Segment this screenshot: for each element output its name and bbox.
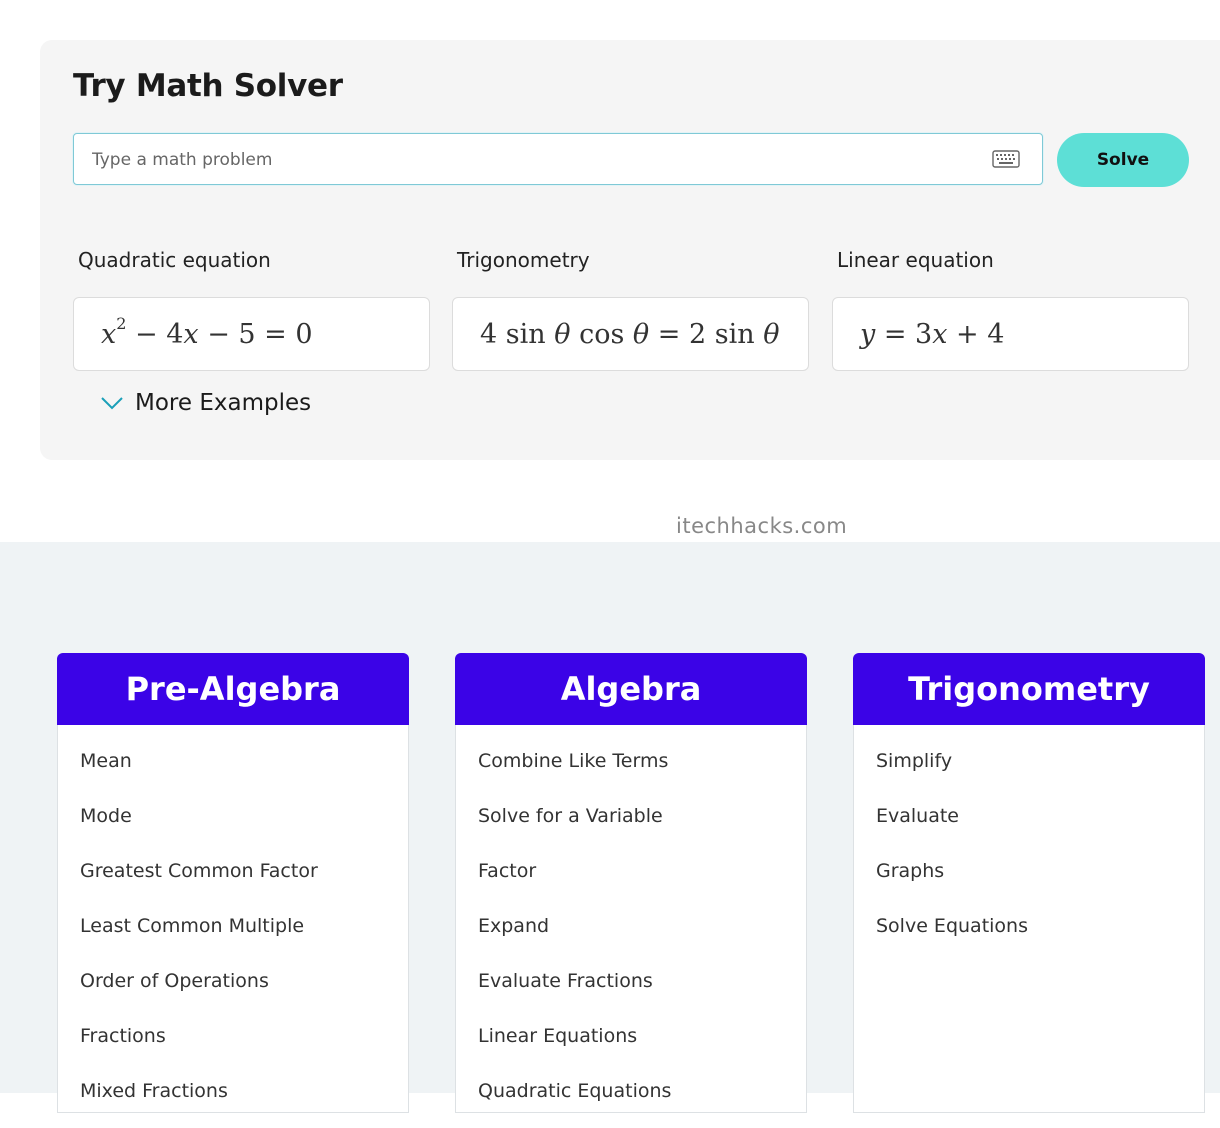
topic-link[interactable]: Least Common Multiple xyxy=(80,890,408,945)
topic-header: Algebra xyxy=(455,653,807,725)
topic-link[interactable]: Linear Equations xyxy=(478,1000,806,1055)
more-examples-toggle[interactable]: More Examples xyxy=(100,390,311,416)
math-solver-panel: Try Math Solver Solve Quadratic equation… xyxy=(40,40,1220,460)
topic-link[interactable]: Combine Like Terms xyxy=(478,725,806,780)
example-quadratic: Quadratic equation x2 − 4x − 5 = 0 xyxy=(73,248,430,371)
topic-link[interactable]: Fractions xyxy=(80,1000,408,1055)
topic-link[interactable]: Evaluate Fractions xyxy=(478,945,806,1000)
topic-link[interactable]: Mean xyxy=(80,725,408,780)
topic-link[interactable]: Solve Equations xyxy=(876,890,1204,945)
topic-list: Combine Like Terms Solve for a Variable … xyxy=(456,725,806,1110)
example-quadratic-card[interactable]: x2 − 4x − 5 = 0 xyxy=(73,297,430,371)
topic-link[interactable]: Simplify xyxy=(876,725,1204,780)
math-problem-input-box[interactable] xyxy=(73,133,1043,186)
more-examples-label: More Examples xyxy=(135,390,312,416)
topic-link[interactable]: Quadratic Equations xyxy=(478,1055,806,1110)
topic-header: Trigonometry xyxy=(853,653,1205,725)
watermark: itechhacks.com xyxy=(676,514,848,538)
example-label: Trigonometry xyxy=(457,248,590,272)
solve-button[interactable]: Solve xyxy=(1057,133,1189,187)
topic-list: Mean Mode Greatest Common Factor Least C… xyxy=(58,725,408,1110)
topic-link[interactable]: Graphs xyxy=(876,835,1204,890)
keyboard-icon[interactable] xyxy=(992,150,1020,168)
example-label: Quadratic equation xyxy=(78,248,271,272)
example-linear-card[interactable]: y = 3x + 4 xyxy=(832,297,1189,371)
topic-link[interactable]: Mode xyxy=(80,780,408,835)
topic-card-algebra: Algebra Combine Like Terms Solve for a V… xyxy=(455,653,807,1113)
topic-header: Pre-Algebra xyxy=(57,653,409,725)
example-trigonometry-card[interactable]: 4 sin θ cos θ = 2 sin θ xyxy=(452,297,809,371)
topic-link[interactable]: Solve for a Variable xyxy=(478,780,806,835)
example-label: Linear equation xyxy=(837,248,994,272)
trigonometry-expression: 4 sin θ cos θ = 2 sin θ xyxy=(480,318,780,350)
topic-link[interactable]: Evaluate xyxy=(876,780,1204,835)
math-problem-input[interactable] xyxy=(90,134,974,186)
topic-link[interactable]: Factor xyxy=(478,835,806,890)
topic-link[interactable]: Order of Operations xyxy=(80,945,408,1000)
chevron-down-icon xyxy=(101,397,123,410)
topic-card-pre-algebra: Pre-Algebra Mean Mode Greatest Common Fa… xyxy=(57,653,409,1113)
topic-link[interactable]: Expand xyxy=(478,890,806,945)
topic-list: Simplify Evaluate Graphs Solve Equations xyxy=(854,725,1204,945)
quadratic-expression: x2 − 4x − 5 = 0 xyxy=(101,314,313,350)
solver-title: Try Math Solver xyxy=(73,68,343,104)
topic-card-trigonometry: Trigonometry Simplify Evaluate Graphs So… xyxy=(853,653,1205,1113)
example-trigonometry: Trigonometry 4 sin θ cos θ = 2 sin θ xyxy=(452,248,809,371)
topics-section: Pre-Algebra Mean Mode Greatest Common Fa… xyxy=(0,542,1220,1113)
linear-expression: y = 3x + 4 xyxy=(860,318,1005,350)
example-linear: Linear equation y = 3x + 4 xyxy=(832,248,1189,371)
topic-link[interactable]: Mixed Fractions xyxy=(80,1055,408,1110)
topic-link[interactable]: Greatest Common Factor xyxy=(80,835,408,890)
